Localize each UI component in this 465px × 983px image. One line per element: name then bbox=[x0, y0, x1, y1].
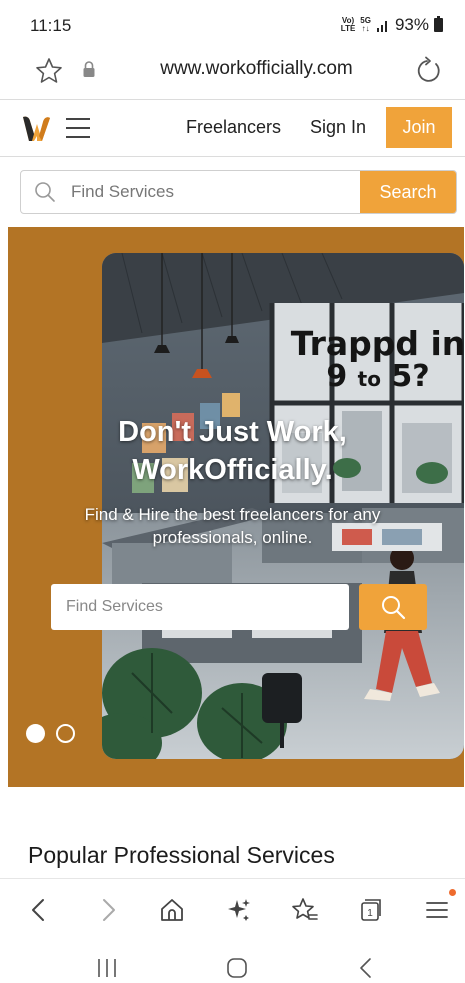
nav-freelancers-link[interactable]: Freelancers bbox=[186, 117, 281, 138]
home-icon[interactable] bbox=[157, 895, 187, 925]
hero-search-button[interactable] bbox=[359, 584, 427, 630]
hero-sign-to: to bbox=[357, 367, 381, 391]
hero-headline-line2: WorkOfficially. bbox=[132, 454, 333, 486]
sparkle-icon[interactable] bbox=[224, 895, 254, 925]
tabs-count: 1 bbox=[367, 908, 373, 919]
site-header: Freelancers Sign In Join bbox=[0, 100, 465, 156]
carousel-dot-1[interactable] bbox=[26, 724, 45, 743]
hero-sign-line2: 9 to 5? bbox=[288, 362, 464, 392]
search-bar: Search bbox=[20, 170, 457, 214]
search-icon bbox=[33, 180, 57, 209]
volte-icon: Vo) LTE bbox=[341, 17, 356, 33]
menu-notification-dot bbox=[449, 889, 456, 896]
forward-icon[interactable] bbox=[93, 895, 123, 925]
url-bar: www.workofficially.com bbox=[0, 50, 465, 96]
5g-icon: 5G ↑↓ bbox=[360, 17, 371, 33]
5g-bottom: ↑↓ bbox=[361, 24, 370, 33]
hamburger-line bbox=[66, 118, 90, 120]
system-back-icon[interactable] bbox=[356, 956, 376, 980]
nav-signin-link[interactable]: Sign In bbox=[310, 117, 366, 138]
hamburger-menu-icon[interactable] bbox=[66, 118, 90, 138]
status-time: 11:15 bbox=[30, 16, 72, 35]
hero-search-input[interactable] bbox=[51, 584, 349, 630]
battery-percent: 93% bbox=[394, 15, 429, 34]
hero-headline-line1: Don't Just Work, bbox=[118, 416, 347, 448]
workofficially-logo-icon[interactable] bbox=[20, 112, 52, 144]
hero-sign-5: 5? bbox=[391, 359, 430, 394]
status-bar: 11:15 Vo) LTE 5G ↑↓ 93% bbox=[0, 0, 465, 50]
carousel-dot-2[interactable] bbox=[56, 724, 75, 743]
bookmarks-icon[interactable] bbox=[290, 895, 320, 925]
url-text[interactable]: www.workofficially.com bbox=[0, 58, 465, 80]
battery-icon bbox=[434, 16, 443, 32]
hero-headline: Don't Just Work, WorkOfficially. bbox=[0, 413, 465, 489]
status-indicators: Vo) LTE 5G ↑↓ 93% bbox=[341, 15, 443, 35]
hero-subtitle: Find & Hire the best freelancers for any… bbox=[84, 505, 381, 547]
popular-services-title: Popular Professional Services bbox=[28, 842, 335, 868]
tabs-icon[interactable]: 1 bbox=[355, 895, 385, 925]
back-icon[interactable] bbox=[24, 895, 54, 925]
hero-sign-text: Trappd in 9 to 5? bbox=[288, 327, 464, 392]
header-divider bbox=[0, 156, 465, 157]
hero-sign-line1: Trappd in bbox=[290, 324, 464, 363]
recents-icon[interactable] bbox=[95, 956, 119, 980]
reload-icon[interactable] bbox=[414, 56, 444, 91]
hero-sign-9: 9 bbox=[326, 359, 348, 394]
system-navigation-bar bbox=[0, 942, 465, 983]
volte-bottom: LTE bbox=[340, 24, 356, 33]
join-button[interactable]: Join bbox=[386, 107, 452, 148]
signal-icon bbox=[376, 21, 387, 32]
hero-search-icon bbox=[382, 596, 406, 620]
search-input[interactable] bbox=[71, 171, 371, 213]
search-button[interactable]: Search bbox=[360, 171, 456, 213]
hamburger-line bbox=[66, 136, 90, 138]
menu-icon[interactable] bbox=[422, 895, 452, 925]
home-circle-icon[interactable] bbox=[225, 956, 249, 980]
browser-toolbar: 1 bbox=[0, 878, 465, 940]
hamburger-line bbox=[66, 127, 90, 129]
